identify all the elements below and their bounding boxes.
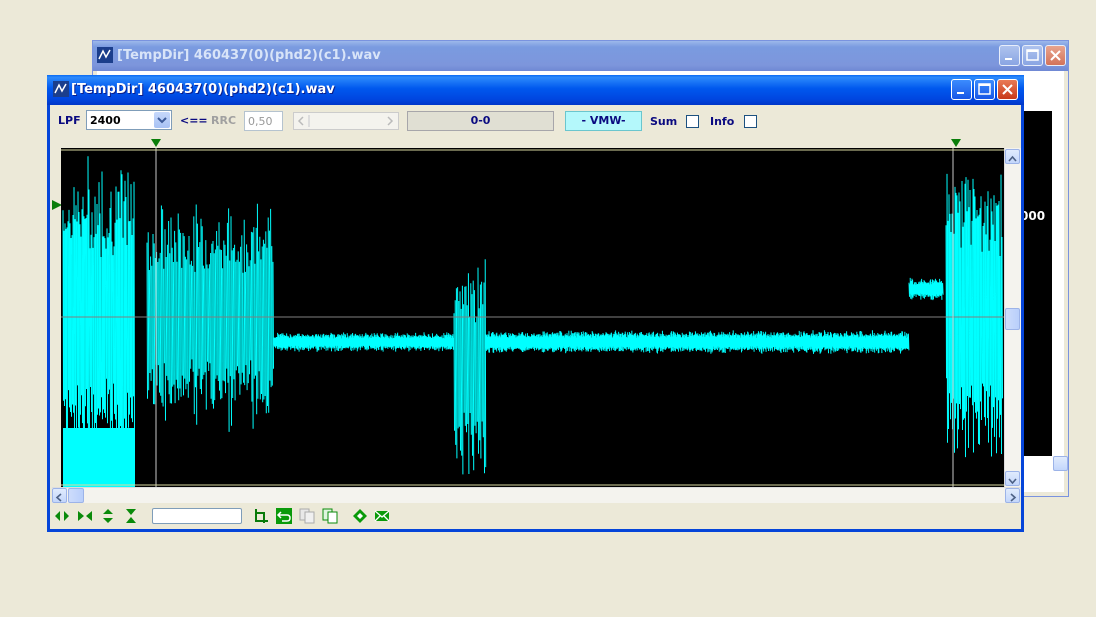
rrc-slider[interactable]	[293, 112, 399, 130]
zoom-out-vertical-icon[interactable]	[123, 508, 139, 524]
minimize-button[interactable]	[951, 79, 972, 100]
minimize-icon	[957, 92, 964, 94]
info-label: Info	[710, 115, 735, 128]
horizontal-scroll-thumb[interactable]	[68, 488, 84, 503]
scroll-right-button[interactable]	[1005, 488, 1020, 503]
chevron-up-icon	[1008, 155, 1017, 162]
apply-arrow-label[interactable]: <==	[180, 114, 208, 127]
horizontal-scrollbar[interactable]	[52, 487, 1020, 503]
minimize-icon	[1005, 58, 1012, 60]
rrc-input-value: 0,50	[248, 115, 273, 128]
chevron-left-icon	[55, 493, 62, 502]
rrc-slider-arrows	[297, 115, 394, 127]
marker-left[interactable]	[149, 138, 163, 148]
sum-checkbox[interactable]	[686, 115, 699, 128]
marker-diamond-icon[interactable]	[352, 508, 368, 524]
waveform-svg	[61, 148, 1005, 487]
chevron-right-icon	[1010, 493, 1017, 502]
front-window-title: [TempDir] 460437(0)(phd2)(c1).wav	[71, 82, 335, 97]
waveform-burst-block	[63, 428, 135, 487]
rrc-input[interactable]: 0,50	[244, 111, 283, 131]
back-minimize-button[interactable]	[999, 45, 1020, 66]
zoom-in-vertical-icon[interactable]	[100, 508, 116, 524]
scroll-left-button[interactable]	[52, 488, 67, 503]
back-close-button[interactable]	[1045, 45, 1066, 66]
zoom-out-horizontal-icon[interactable]	[77, 508, 93, 524]
mode-display[interactable]: - VMW-	[565, 111, 642, 131]
back-window-titlebar[interactable]: [TempDir] 460437(0)(phd2)(c1).wav	[93, 41, 1068, 71]
close-button[interactable]	[997, 79, 1018, 100]
lpf-label: LPF	[58, 114, 81, 127]
maximize-icon	[978, 83, 991, 95]
position-field[interactable]	[152, 508, 242, 524]
info-checkbox[interactable]	[744, 115, 757, 128]
lpf-select-value: 2400	[90, 114, 121, 127]
front-window-titlebar[interactable]: [TempDir] 460437(0)(phd2)(c1).wav	[47, 75, 1024, 105]
undo-icon[interactable]	[276, 508, 292, 524]
envelope-icon[interactable]	[374, 508, 390, 524]
close-icon	[1002, 84, 1013, 95]
maximize-icon	[1026, 49, 1039, 61]
waveform-display[interactable]	[61, 148, 1005, 487]
scroll-down-button[interactable]	[1005, 471, 1020, 486]
scroll-up-button[interactable]	[1005, 149, 1020, 164]
back-window-title: [TempDir] 460437(0)(phd2)(c1).wav	[117, 48, 381, 63]
rrc-label: RRC	[211, 114, 237, 127]
sum-label: Sum	[650, 115, 678, 128]
vertical-scrollbar[interactable]	[1004, 148, 1021, 487]
chevron-down-icon[interactable]	[154, 112, 170, 128]
app-icon	[53, 81, 69, 97]
range-display: 0-0	[407, 111, 554, 131]
crop-icon[interactable]	[253, 508, 269, 524]
copy-disabled-icon[interactable]	[299, 508, 315, 524]
waveform-trace	[62, 156, 1003, 475]
lpf-select[interactable]: 2400	[86, 110, 172, 130]
chevron-down-icon	[1008, 478, 1017, 485]
vertical-scroll-thumb[interactable]	[1005, 308, 1020, 330]
zoom-in-horizontal-icon[interactable]	[54, 508, 70, 524]
back-maximize-button[interactable]	[1022, 45, 1043, 66]
app-icon	[97, 47, 113, 63]
close-icon	[1050, 50, 1061, 61]
maximize-button[interactable]	[974, 79, 995, 100]
back-scroll-right-button[interactable]	[1053, 456, 1068, 471]
marker-right[interactable]	[949, 138, 963, 148]
paste-icon[interactable]	[322, 508, 338, 524]
